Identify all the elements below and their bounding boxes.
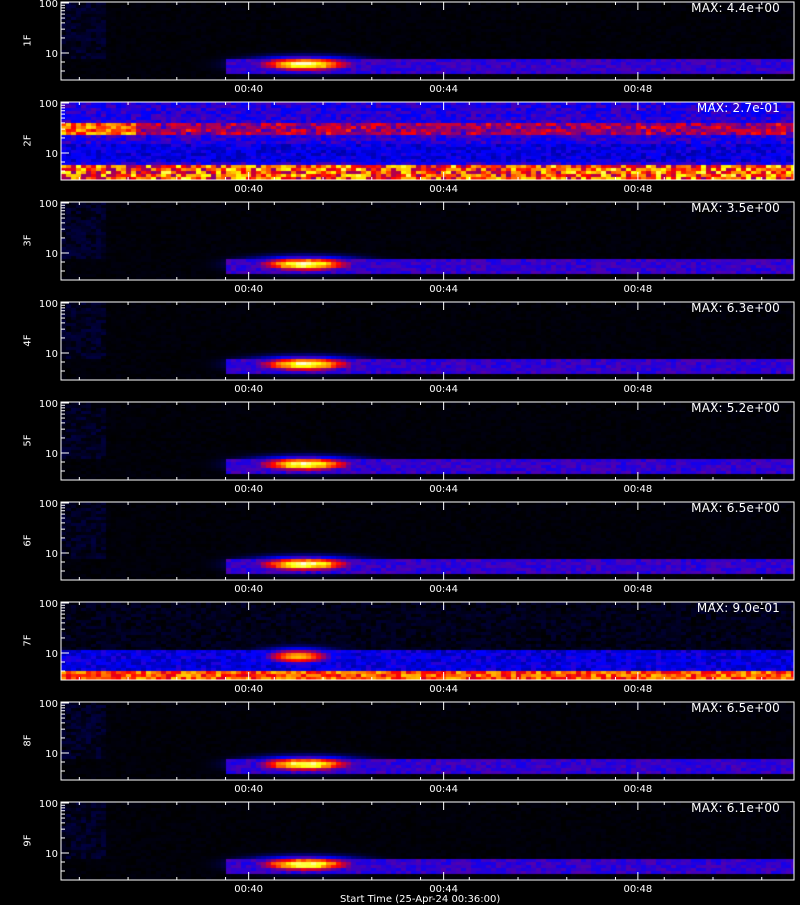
x-tick-label: 00:48 bbox=[623, 584, 652, 595]
panel-axes: 100 10 00:40 00:44 00:48 bbox=[39, 299, 795, 395]
y-axis-label: 9F bbox=[22, 834, 34, 847]
spectrogram-panel-4f: 100 10 00:40 00:44 00:48 4F MAX: 6.3e+00 bbox=[0, 299, 800, 400]
x-tick-label: 00:40 bbox=[234, 884, 263, 895]
x-tick-label: 00:44 bbox=[429, 384, 458, 395]
x-tick-label: 00:48 bbox=[623, 684, 652, 695]
y-axis-label: 5F bbox=[22, 434, 34, 447]
y-tick-label: 10 bbox=[45, 649, 58, 660]
x-tick-label: 00:48 bbox=[623, 784, 652, 795]
max-value-label: MAX: 5.2e+00 bbox=[691, 401, 780, 415]
plot-frame bbox=[60, 301, 795, 381]
x-tick-label: 00:44 bbox=[429, 184, 458, 195]
panel-axes: 100 10 00:40 00:44 00:48 bbox=[39, 599, 795, 695]
x-tick-label: 00:40 bbox=[234, 284, 263, 295]
spectrogram-panel-7f: 100 10 00:40 00:44 00:48 7F MAX: 9.0e-01 bbox=[0, 599, 800, 700]
y-axis-label: 3F bbox=[22, 234, 34, 247]
x-tick-label: 00:40 bbox=[234, 184, 263, 195]
panel-axes: 100 10 00:40 00:44 00:48 bbox=[39, 699, 795, 795]
y-tick-label: 10 bbox=[45, 849, 58, 860]
plot-frame bbox=[60, 201, 795, 281]
panel-axes: 100 10 00:40 00:44 00:48 bbox=[39, 499, 795, 595]
max-value-label: MAX: 6.5e+00 bbox=[691, 701, 780, 715]
x-tick-label: 00:48 bbox=[623, 884, 652, 895]
x-tick-label: 00:48 bbox=[623, 484, 652, 495]
x-tick-label: 00:40 bbox=[234, 384, 263, 395]
y-tick-label: 100 bbox=[39, 0, 58, 10]
x-tick-label: 00:44 bbox=[429, 84, 458, 95]
max-value-label: MAX: 6.1e+00 bbox=[691, 801, 780, 815]
x-tick-label: 00:44 bbox=[429, 284, 458, 295]
x-tick-label: 00:48 bbox=[623, 284, 652, 295]
x-tick-label: 00:40 bbox=[234, 484, 263, 495]
max-value-label: MAX: 6.5e+00 bbox=[691, 501, 780, 515]
y-tick-label: 100 bbox=[39, 599, 58, 610]
y-tick-label: 100 bbox=[39, 199, 58, 210]
y-tick-label: 100 bbox=[39, 799, 58, 810]
plot-frame bbox=[60, 601, 795, 681]
plot-frame bbox=[60, 801, 795, 881]
y-axis-label: 2F bbox=[22, 134, 34, 147]
y-tick-label: 10 bbox=[45, 549, 58, 560]
x-tick-label: 00:48 bbox=[623, 84, 652, 95]
y-tick-label: 100 bbox=[39, 699, 58, 710]
max-value-label: MAX: 3.5e+00 bbox=[691, 201, 780, 215]
y-tick-label: 10 bbox=[45, 149, 58, 160]
plot-frame bbox=[60, 401, 795, 481]
spectrogram-panel-5f: 100 10 00:40 00:44 00:48 5F MAX: 5.2e+00 bbox=[0, 399, 800, 500]
panel-axes: 100 10 00:40 00:44 00:48 bbox=[39, 99, 795, 195]
x-tick-label: 00:44 bbox=[429, 784, 458, 795]
y-axis-label: 1F bbox=[22, 34, 34, 47]
max-value-label: MAX: 4.4e+00 bbox=[691, 1, 780, 15]
spectrogram-panel-3f: 100 10 00:40 00:44 00:48 3F MAX: 3.5e+00 bbox=[0, 199, 800, 300]
spectrogram-panel-6f: 100 10 00:40 00:44 00:48 6F MAX: 6.5e+00 bbox=[0, 499, 800, 600]
plot-frame bbox=[60, 501, 795, 581]
y-axis-label: 8F bbox=[22, 734, 34, 747]
y-tick-label: 10 bbox=[45, 249, 58, 260]
y-tick-label: 100 bbox=[39, 299, 58, 310]
x-tick-label: 00:40 bbox=[234, 84, 263, 95]
y-tick-label: 10 bbox=[45, 449, 58, 460]
panel-axes: 100 10 00:40 00:44 00:48 bbox=[39, 199, 795, 295]
y-tick-label: 10 bbox=[45, 49, 58, 60]
y-tick-label: 100 bbox=[39, 499, 58, 510]
y-axis-label: 7F bbox=[22, 634, 34, 647]
spectrogram-panel-8f: 100 10 00:40 00:44 00:48 8F MAX: 6.5e+00 bbox=[0, 699, 800, 800]
spectrogram-panel-9f: 100 10 00:40 00:44 00:48 9F MAX: 6.1e+00 bbox=[0, 799, 800, 900]
x-tick-label: 00:40 bbox=[234, 784, 263, 795]
plot-frame bbox=[60, 1, 795, 81]
plot-frame bbox=[60, 101, 795, 181]
x-tick-label: 00:40 bbox=[234, 684, 263, 695]
y-tick-label: 10 bbox=[45, 349, 58, 360]
y-axis-label: 6F bbox=[22, 534, 34, 547]
y-tick-label: 100 bbox=[39, 399, 58, 410]
spectrogram-panel-2f: 100 10 00:40 00:44 00:48 2F MAX: 2.7e-01 bbox=[0, 99, 800, 200]
panel-axes: 100 10 00:40 00:44 00:48 bbox=[39, 0, 795, 95]
max-value-label: MAX: 6.3e+00 bbox=[691, 301, 780, 315]
x-tick-label: 00:40 bbox=[234, 584, 263, 595]
max-value-label: MAX: 9.0e-01 bbox=[696, 601, 780, 615]
spectrogram-stack: 100 10 00:40 00:44 00:48 1F MAX: 4.4e+00 100 10 0… bbox=[0, 0, 800, 900]
x-tick-label: 00:44 bbox=[429, 684, 458, 695]
max-value-label: MAX: 2.7e-01 bbox=[696, 101, 780, 115]
plot-frame bbox=[60, 701, 795, 781]
panel-axes: 100 10 00:40 00:44 00:48 bbox=[39, 399, 795, 495]
x-tick-label: 00:44 bbox=[429, 584, 458, 595]
x-tick-label: 00:48 bbox=[623, 184, 652, 195]
spectrogram-panel-1f: 100 10 00:40 00:44 00:48 1F MAX: 4.4e+00 bbox=[0, 0, 800, 100]
panel-axes: 1001000:40 00:44 00:48 bbox=[39, 799, 795, 895]
y-tick-label: 100 bbox=[39, 99, 58, 110]
x-tick-label: 00:44 bbox=[429, 484, 458, 495]
y-axis-label: 4F bbox=[22, 334, 34, 347]
y-tick-label: 10 bbox=[45, 749, 58, 760]
x-tick-label: 00:48 bbox=[623, 384, 652, 395]
